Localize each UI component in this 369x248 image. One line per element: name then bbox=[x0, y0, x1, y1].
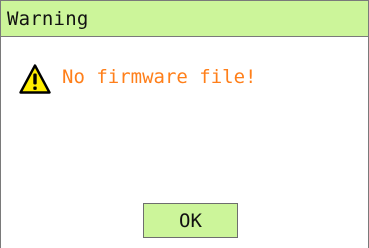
dialog-title-bar: Warning bbox=[1, 0, 368, 37]
dialog-title: Warning bbox=[7, 8, 89, 30]
ok-button-label: OK bbox=[179, 209, 202, 232]
warning-message: No firmware file! bbox=[62, 66, 257, 88]
warning-triangle-icon bbox=[19, 64, 51, 94]
ok-button[interactable]: OK bbox=[143, 203, 238, 238]
warning-dialog: Warning No firmware file! OK bbox=[0, 0, 369, 248]
